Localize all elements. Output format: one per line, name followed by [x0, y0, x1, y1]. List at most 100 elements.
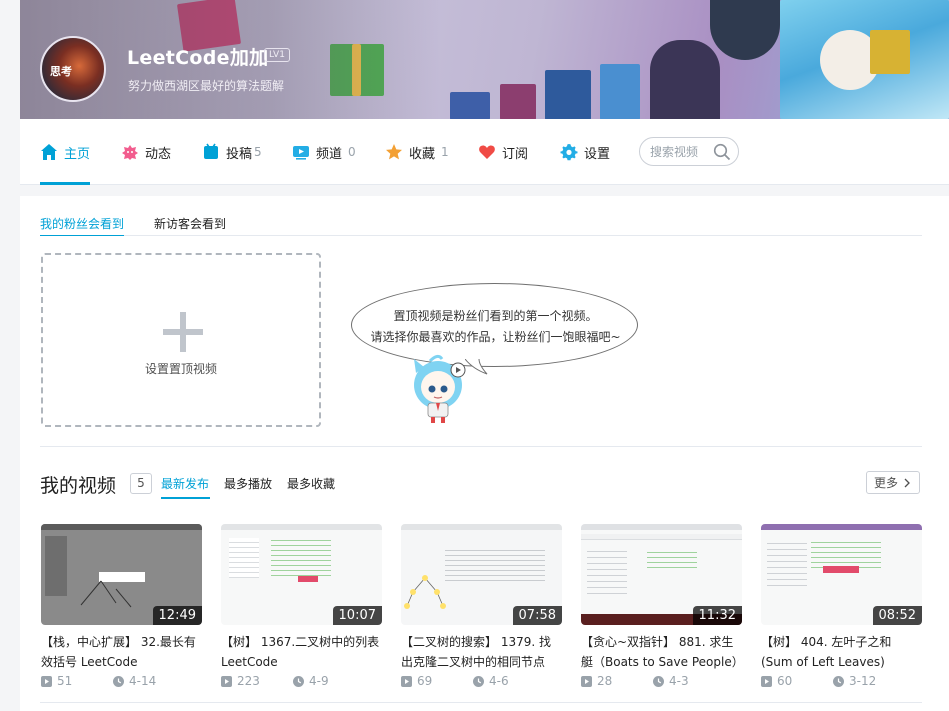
video-date: 4-9: [293, 674, 329, 688]
video-meta: 28 4-3: [581, 674, 742, 692]
level-badge: LV1: [264, 48, 290, 62]
profile-nav: 主页 动态 投稿 5 频道 0 收藏 1 订阅 设置: [20, 119, 949, 185]
sort-most-played-tab[interactable]: 最多播放: [224, 475, 272, 492]
tab-posts[interactable]: 投稿 5: [202, 142, 262, 162]
tab-favorites[interactable]: 收藏 1: [385, 142, 449, 162]
video-meta: 51 4-14: [41, 674, 202, 692]
video-duration: 08:52: [872, 606, 922, 625]
video-date: 4-3: [653, 674, 689, 688]
video-thumbnail[interactable]: 11:32: [581, 524, 742, 625]
tab-favorites-count: 1: [441, 145, 449, 159]
video-thumbnail[interactable]: 07:58: [401, 524, 562, 625]
tab-subscribe-label: 订阅: [502, 146, 529, 162]
tab-fans-see[interactable]: 我的粉丝会看到: [40, 216, 125, 236]
clock-icon: [653, 675, 664, 687]
tab-posts-label: 投稿: [226, 146, 253, 162]
banner-gift-decoration: [870, 30, 910, 74]
play-count-icon: [221, 675, 232, 687]
thumb-code: [445, 546, 545, 582]
video-card[interactable]: 07:58 【二叉树的搜索】 1379. 找出克隆二叉树中的相同节点 69 4-…: [401, 524, 562, 692]
thumb-toolbar: [581, 524, 742, 530]
avatar[interactable]: 思考: [40, 36, 106, 102]
video-card[interactable]: 11:32 【贪心~双指针】 881. 求生艇（Boats to Save Pe…: [581, 524, 742, 692]
thumb-text: [229, 538, 259, 578]
more-videos-button[interactable]: 更多: [866, 471, 920, 494]
video-title[interactable]: 【栈，中心扩展】 32.最长有效括号 LeetCode: [41, 632, 202, 672]
video-plays: 69: [401, 674, 432, 688]
sort-latest-tab[interactable]: 最新发布: [161, 475, 209, 492]
video-card[interactable]: 12:49 【栈，中心扩展】 32.最长有效括号 LeetCode 51 4-1…: [41, 524, 202, 692]
video-duration: 11:32: [692, 606, 742, 625]
clock-icon: [473, 675, 484, 687]
home-icon: [41, 144, 57, 160]
banner-gift-decoration: [545, 70, 591, 119]
search-input[interactable]: [650, 143, 712, 160]
video-date-value: 3-12: [849, 674, 877, 688]
video-title[interactable]: 【二叉树的搜索】 1379. 找出克隆二叉树中的相同节点: [401, 632, 562, 672]
video-title[interactable]: 【贪心~双指针】 881. 求生艇（Boats to Save People）: [581, 632, 742, 672]
set-pinned-video-label: 设置置顶视频: [144, 362, 217, 376]
video-thumbnail[interactable]: 08:52: [761, 524, 922, 625]
tab-channel[interactable]: 频道 0: [292, 142, 356, 162]
video-date: 3-12: [833, 674, 876, 688]
video-plays-value: 51: [57, 674, 73, 688]
thumb-toolbar: [761, 524, 922, 530]
video-card[interactable]: 10:07 【树】 1367.二叉树中的列表 LeetCode 223 4-9: [221, 524, 382, 692]
thumb-highlight: [298, 576, 318, 582]
video-title[interactable]: 【树】 1367.二叉树中的列表 LeetCode: [221, 632, 382, 672]
video-duration: 07:58: [512, 606, 562, 625]
search-icon[interactable]: [713, 143, 731, 161]
tab-home[interactable]: 主页: [40, 142, 90, 162]
sort-active-indicator: [161, 497, 210, 499]
tab-dynamic[interactable]: 动态: [121, 142, 171, 162]
tab-visitors-see[interactable]: 新访客会看到: [154, 216, 226, 236]
clock-icon: [293, 675, 304, 687]
video-plays-value: 223: [237, 674, 260, 688]
thumb-code: [811, 538, 881, 568]
video-plays-value: 60: [777, 674, 793, 688]
video-duration: 10:07: [332, 606, 382, 625]
video-title[interactable]: 【树】 404. 左叶子之和 (Sum of Left Leaves): [761, 632, 922, 672]
sort-most-favorited-tab[interactable]: 最多收藏: [287, 475, 335, 492]
video-plays: 51: [41, 674, 72, 688]
video-date-value: 4-3: [669, 674, 689, 688]
banner-gift-decoration: [600, 64, 640, 119]
thumb-text: [587, 546, 627, 596]
video-date-value: 4-6: [489, 674, 509, 688]
video-thumbnail[interactable]: 10:07: [221, 524, 382, 625]
tab-posts-count: 5: [254, 145, 262, 159]
bubble-text-line1: 置顶视频是粉丝们看到的第一个视频。: [393, 309, 598, 323]
video-thumbnail[interactable]: 12:49: [41, 524, 202, 625]
posts-icon: [204, 143, 218, 159]
thumb-toolbar: [41, 524, 202, 530]
dynamic-icon: [122, 145, 138, 160]
play-count-icon: [41, 675, 52, 687]
videos-count-badge: 5: [130, 473, 152, 494]
thumb-toolbar: [221, 524, 382, 530]
section-divider: [40, 446, 922, 447]
video-card[interactable]: 08:52 【树】 404. 左叶子之和 (Sum of Left Leaves…: [761, 524, 922, 692]
user-signature[interactable]: 努力做西湖区最好的算法题解: [128, 77, 284, 94]
avatar-label: 思考: [50, 65, 72, 78]
thumb-highlight: [823, 566, 859, 573]
thumb-code: [647, 548, 697, 572]
video-plays-value: 28: [597, 674, 613, 688]
bubble-text-line2: 请选择你最喜欢的作品，让粉丝们一饱眼福吧~: [370, 330, 621, 344]
video-date: 4-6: [473, 674, 509, 688]
tab-subscribe[interactable]: 订阅: [478, 142, 528, 162]
speech-bubble: 置顶视频是粉丝们看到的第一个视频。 请选择你最喜欢的作品，让粉丝们一饱眼福吧~: [351, 283, 638, 367]
clock-icon: [113, 675, 124, 687]
video-meta: 60 3-12: [761, 674, 922, 692]
plus-icon-vertical: [180, 312, 186, 352]
tab-settings-label: 设置: [584, 146, 611, 162]
thumb-tabbar: [581, 534, 742, 540]
tab-settings[interactable]: 设置: [560, 142, 610, 162]
section-bottom-divider: [40, 702, 922, 703]
thumb-text: [767, 538, 807, 588]
set-pinned-video-button[interactable]: 设置置顶视频: [41, 253, 321, 427]
play-count-icon: [401, 675, 412, 687]
video-date: 4-14: [113, 674, 156, 688]
thumb-tree: [404, 575, 446, 609]
clock-icon: [833, 675, 844, 687]
mascot-illustration: [414, 354, 466, 423]
